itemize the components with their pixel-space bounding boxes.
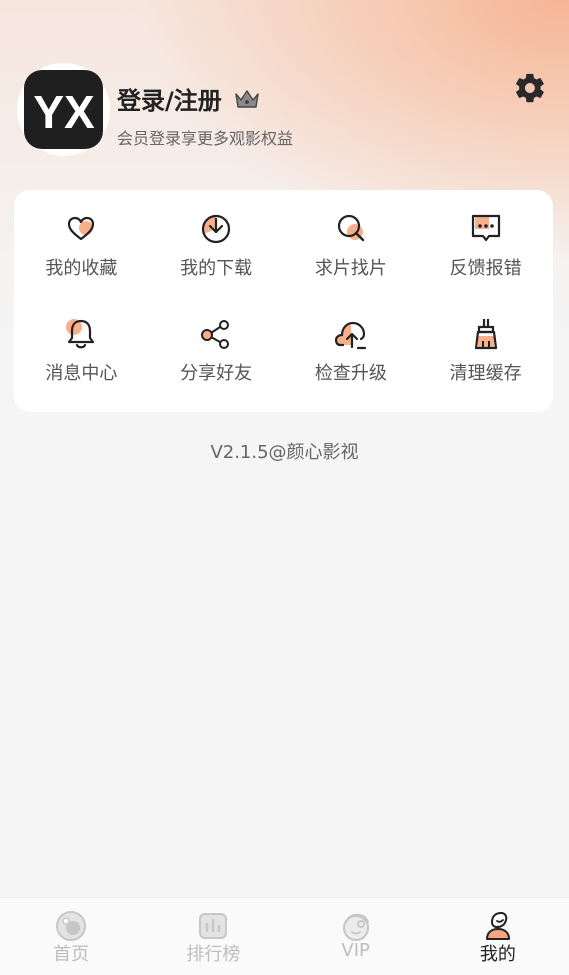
menu-label: 我的收藏 <box>45 258 118 279</box>
bell-icon <box>66 319 95 349</box>
crown-icon <box>235 89 259 108</box>
menu-item-share[interactable]: 分享好友 <box>149 307 284 412</box>
search-icon <box>337 214 365 242</box>
login-title[interactable]: 登录/注册 <box>117 81 222 116</box>
share-icon <box>201 320 230 349</box>
download-clock-icon <box>202 214 231 244</box>
tab-profile[interactable]: 我的 <box>427 898 569 975</box>
menu-label: 检查升级 <box>314 363 387 384</box>
menu-item-downloads[interactable]: 我的下载 <box>149 202 284 307</box>
menu-label: 我的下载 <box>180 258 253 279</box>
cloud-upload-icon <box>334 321 366 350</box>
menu-item-clear-cache[interactable]: 清理缓存 <box>418 307 553 412</box>
menu-label: 分享好友 <box>180 363 253 384</box>
feedback-icon <box>471 214 500 242</box>
profile-header: YX 登录/注册 会员登录享更多观影权益 <box>17 63 552 159</box>
tab-vip[interactable]: VIP <box>285 898 427 975</box>
home-icon <box>56 911 87 941</box>
menu-label: 求片找片 <box>314 258 387 279</box>
menu-label: 消息中心 <box>45 363 118 384</box>
login-subtitle: 会员登录享更多观影权益 <box>117 129 294 148</box>
login-register-link[interactable]: 登录/注册 <box>117 81 260 116</box>
tab-ranking[interactable]: 排行榜 <box>142 898 284 975</box>
menu-item-messages[interactable]: 消息中心 <box>14 307 149 412</box>
menu-item-feedback[interactable]: 反馈报错 <box>418 202 553 307</box>
tab-label: VIP <box>341 940 370 961</box>
tab-label: 我的 <box>479 944 516 965</box>
tab-home[interactable]: 首页 <box>0 898 142 975</box>
avatar[interactable]: YX <box>17 63 110 156</box>
vip-icon <box>342 913 369 941</box>
broom-icon <box>474 319 497 350</box>
menu-label: 反馈报错 <box>449 258 522 279</box>
menu-item-check-update[interactable]: 检查升级 <box>284 307 419 412</box>
menu-item-request-movie[interactable]: 求片找片 <box>284 202 419 307</box>
gear-icon[interactable] <box>513 71 547 105</box>
profile-icon <box>485 911 510 940</box>
tab-label: 首页 <box>53 944 90 965</box>
bottom-tab-bar: 首页 排行榜 VIP 我的 <box>0 897 569 975</box>
menu-item-favorites[interactable]: 我的收藏 <box>14 202 149 307</box>
tab-label: 排行榜 <box>186 944 241 965</box>
ranking-icon <box>199 913 228 939</box>
function-menu: 我的收藏 我的下载 求片找片 反馈报错 消息中心 分享好友 检查升级 清理缓存 <box>14 190 553 412</box>
heart-icon <box>68 216 95 241</box>
menu-label: 清理缓存 <box>449 363 522 384</box>
version-text: V2.1.5@颜心影视 <box>210 442 359 463</box>
svg-text:YX: YX <box>33 86 95 137</box>
app-logo: YX <box>24 70 103 149</box>
